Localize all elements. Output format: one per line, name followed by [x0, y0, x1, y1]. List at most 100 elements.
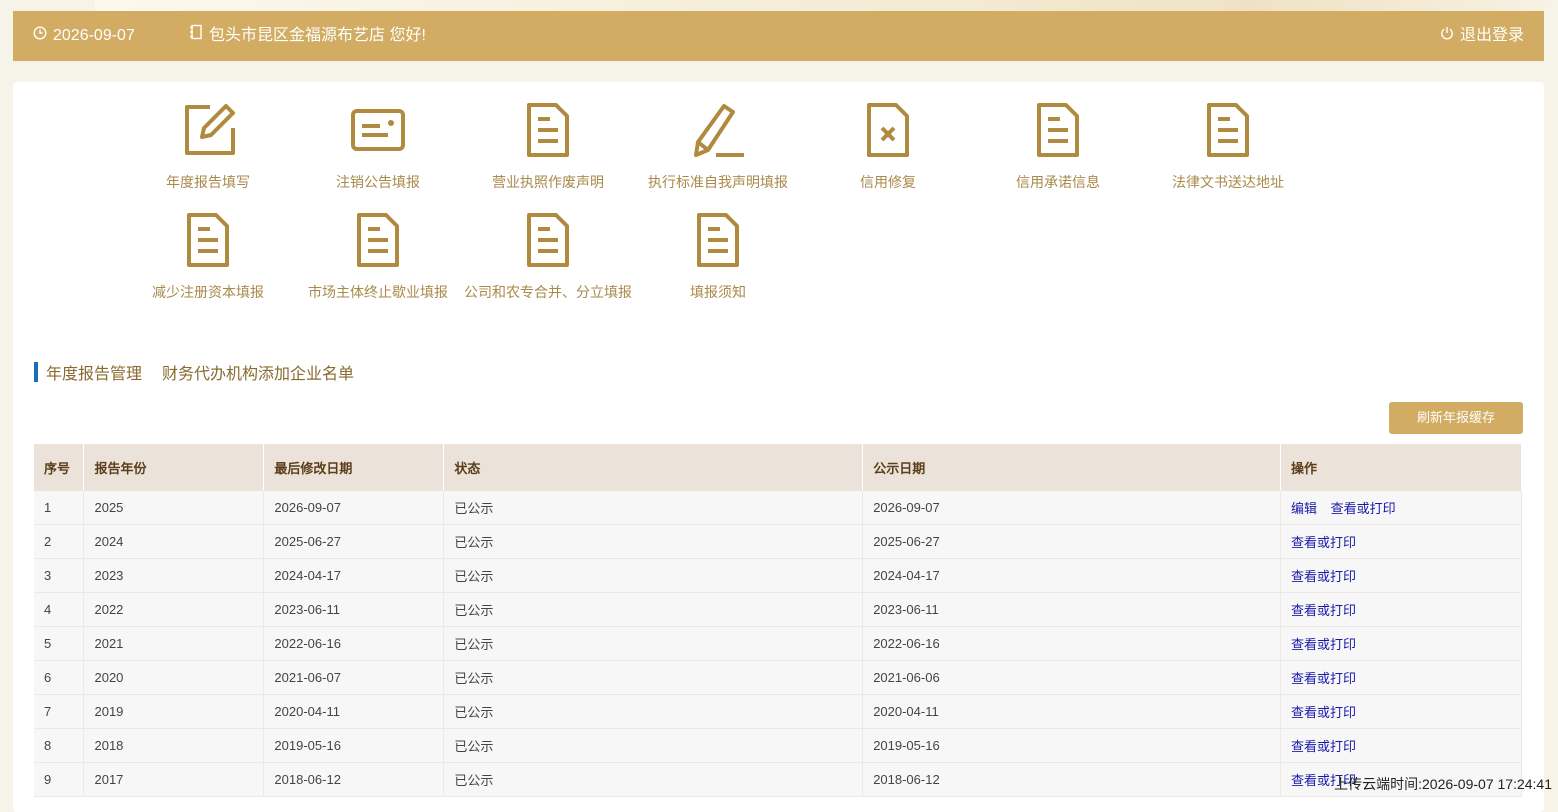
table-row: 6 2020 2021-06-07 已公示 2021-06-06 查看或打印 — [34, 660, 1522, 695]
menu-standard-declaration[interactable]: 执行标准自我声明填报 — [633, 102, 803, 202]
document-icon — [1207, 103, 1249, 157]
upload-time-status: 上传云端时间:2026-09-07 17:24:41 — [1334, 776, 1552, 792]
cell-publish-date: 2025-06-27 — [862, 524, 1282, 559]
table-row: 9 2017 2018-06-12 已公示 2018-06-12 查看或打印 — [34, 762, 1522, 797]
cell-modified-date: 2026-09-07 — [263, 491, 445, 525]
cell-year: 2019 — [83, 694, 265, 729]
menu-deregistration-notice[interactable]: 注销公告填报 — [293, 102, 463, 202]
cell-index: 1 — [34, 491, 85, 525]
cell-publish-date: 2024-04-17 — [862, 558, 1282, 593]
tab-annual-report-management[interactable]: 年度报告管理 — [46, 360, 142, 384]
column-header: 状态 — [443, 444, 864, 491]
active-tab-marker — [34, 362, 38, 382]
column-header: 操作 — [1280, 444, 1522, 491]
cell-modified-date: 2019-05-16 — [263, 728, 445, 763]
cell-index: 6 — [34, 660, 85, 695]
cell-publish-date: 2019-05-16 — [862, 728, 1282, 763]
cell-publish-date: 2022-06-16 — [862, 626, 1282, 661]
cell-status: 已公示 — [443, 524, 864, 559]
view-print-link[interactable]: 查看或打印 — [1291, 603, 1356, 618]
cell-status: 已公示 — [443, 626, 864, 661]
cell-index: 2 — [34, 524, 85, 559]
view-print-link[interactable]: 查看或打印 — [1291, 535, 1356, 550]
cell-publish-date: 2026-09-07 — [862, 491, 1282, 525]
menu-label: 执行标准自我声明填报 — [648, 174, 788, 190]
menu-legal-address[interactable]: 法律文书送达地址 — [1143, 102, 1313, 202]
cell-publish-date: 2021-06-06 — [862, 660, 1282, 695]
view-print-link[interactable]: 查看或打印 — [1291, 705, 1356, 720]
menu-filing-instructions[interactable]: 填报须知 — [633, 212, 803, 312]
cell-index: 4 — [34, 592, 85, 627]
cell-year: 2023 — [83, 558, 265, 593]
cell-actions: 查看或打印 — [1280, 524, 1522, 559]
cell-year: 2025 — [83, 491, 265, 525]
menu-merger-division[interactable]: 公司和农专合并、分立填报 — [463, 212, 633, 312]
menu-capital-reduction[interactable]: 减少注册资本填报 — [123, 212, 293, 312]
cell-year: 2017 — [83, 762, 265, 797]
power-icon — [1440, 11, 1454, 61]
menu-label: 公司和农专合并、分立填报 — [464, 284, 632, 300]
cell-actions: 查看或打印 — [1280, 626, 1522, 661]
cell-actions: 查看或打印 — [1280, 558, 1522, 593]
cell-modified-date: 2024-04-17 — [263, 558, 445, 593]
annual-report-table: 序号 报告年份 最后修改日期 状态 公示日期 操作 1 2025 2026-09… — [34, 444, 1522, 797]
greeting: 包头市昆区金福源布艺店 您好! — [189, 11, 426, 61]
menu-business-suspension[interactable]: 市场主体终止歇业填报 — [293, 212, 463, 312]
table-row: 7 2019 2020-04-11 已公示 2020-04-11 查看或打印 — [34, 694, 1522, 729]
menu-license-void[interactable]: 营业执照作废声明 — [463, 102, 633, 202]
pencil-icon — [694, 104, 744, 157]
menu-credit-commitment[interactable]: 信用承诺信息 — [973, 102, 1143, 202]
menu-label: 注销公告填报 — [336, 174, 420, 190]
menu-label: 年度报告填写 — [166, 174, 250, 190]
cell-status: 已公示 — [443, 728, 864, 763]
cell-index: 9 — [34, 762, 85, 797]
cell-year: 2018 — [83, 728, 265, 763]
table-row: 4 2022 2023-06-11 已公示 2023-06-11 查看或打印 — [34, 592, 1522, 627]
table-row: 1 2025 2026-09-07 已公示 2026-09-07 编辑 查看或打… — [34, 491, 1522, 525]
menu-label: 填报须知 — [690, 284, 746, 300]
top-bar: 2026-09-07 包头市昆区金福源布艺店 您好! 退出登录 — [13, 11, 1544, 61]
table-header-row: 序号 报告年份 最后修改日期 状态 公示日期 操作 — [34, 444, 1522, 491]
cell-status: 已公示 — [443, 660, 864, 695]
menu-annual-report[interactable]: 年度报告填写 — [123, 102, 293, 202]
document-icon — [527, 103, 569, 157]
cell-modified-date: 2025-06-27 — [263, 524, 445, 559]
cell-modified-date: 2022-06-16 — [263, 626, 445, 661]
view-print-link[interactable]: 查看或打印 — [1291, 637, 1356, 652]
view-print-link[interactable]: 查看或打印 — [1291, 569, 1356, 584]
menu-label: 营业执照作废声明 — [492, 174, 604, 190]
menu-label: 信用承诺信息 — [1016, 174, 1100, 190]
cell-year: 2024 — [83, 524, 265, 559]
logout-button[interactable]: 退出登录 — [1440, 11, 1524, 61]
menu-label: 法律文书送达地址 — [1172, 174, 1284, 190]
cell-year: 2022 — [83, 592, 265, 627]
menu-credit-repair[interactable]: 信用修复 — [803, 102, 973, 202]
cell-modified-date: 2021-06-07 — [263, 660, 445, 695]
refresh-cache-button[interactable]: 刷新年报缓存 — [1389, 402, 1523, 434]
cell-year: 2020 — [83, 660, 265, 695]
view-print-link[interactable]: 查看或打印 — [1291, 739, 1356, 754]
view-print-link[interactable]: 查看或打印 — [1331, 501, 1396, 516]
cell-modified-date: 2020-04-11 — [263, 694, 445, 729]
edit-link[interactable]: 编辑 — [1291, 501, 1317, 516]
greeting-text: 包头市昆区金福源布艺店 您好! — [209, 27, 426, 44]
clock-icon — [33, 11, 47, 61]
date-text: 2026-09-07 — [53, 27, 135, 44]
cell-status: 已公示 — [443, 694, 864, 729]
cell-index: 7 — [34, 694, 85, 729]
date-display: 2026-09-07 — [33, 11, 135, 61]
tab-agency-company-list[interactable]: 财务代办机构添加企业名单 — [162, 360, 354, 384]
cell-index: 8 — [34, 728, 85, 763]
cell-status: 已公示 — [443, 592, 864, 627]
card-icon — [351, 109, 405, 151]
document-icon — [187, 213, 229, 267]
cell-status: 已公示 — [443, 762, 864, 797]
document-icon — [697, 213, 739, 267]
view-print-link[interactable]: 查看或打印 — [1291, 671, 1356, 686]
cell-publish-date: 2018-06-12 — [862, 762, 1282, 797]
menu-label: 信用修复 — [860, 174, 916, 190]
main-panel: 年度报告填写 注销公告填报 营业执照作废声明 执行标准自我声明填报 信用修复 信… — [13, 82, 1544, 812]
cell-actions: 编辑 查看或打印 — [1280, 491, 1522, 525]
table-row: 8 2018 2019-05-16 已公示 2019-05-16 查看或打印 — [34, 728, 1522, 763]
cell-status: 已公示 — [443, 491, 864, 525]
